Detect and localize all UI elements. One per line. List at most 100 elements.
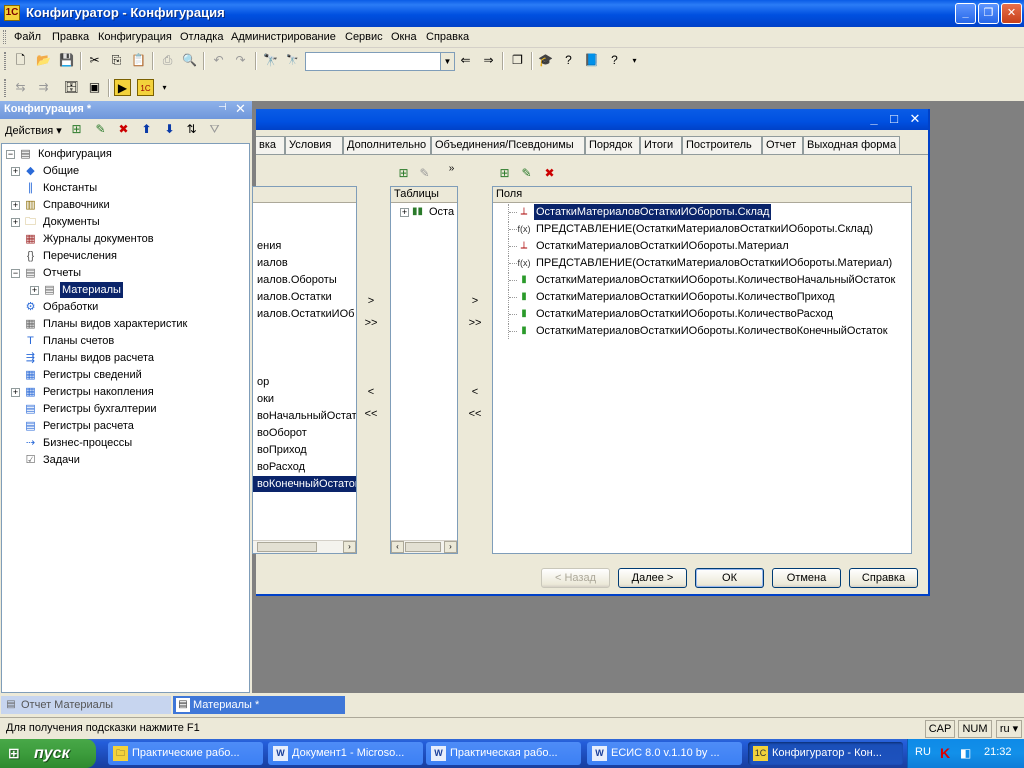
toolbar-more-icon[interactable]: ▾ — [626, 52, 643, 69]
redo-icon[interactable]: ↷ — [232, 52, 249, 69]
menu-help[interactable]: Справка — [426, 31, 469, 43]
taskbar-item-configurator[interactable]: 1С Конфигуратор - Кон... — [748, 742, 903, 765]
tray-language[interactable]: RU — [915, 746, 931, 758]
collapse-icon[interactable]: − — [6, 150, 15, 159]
remove-all-tables-button[interactable]: << — [360, 406, 382, 423]
remove-all-fields-button[interactable]: << — [464, 406, 486, 423]
back-button[interactable]: < Назад — [541, 568, 610, 588]
delete-object-icon[interactable]: ✖ — [115, 121, 132, 138]
start-button[interactable]: ⊞ пуск — [0, 739, 96, 768]
delete-field-icon[interactable]: ✖ — [541, 165, 558, 182]
dialog-minimize-icon[interactable]: _ — [865, 110, 883, 128]
new-file-icon[interactable]: 🗋 — [12, 52, 29, 69]
remove-table-button[interactable]: < — [360, 384, 382, 401]
list-item[interactable]: иалов.Обороты — [257, 272, 337, 288]
list-item[interactable]: воОборот — [257, 425, 307, 441]
remove-field-button[interactable]: < — [464, 384, 486, 401]
list-item[interactable]: оки — [257, 391, 274, 407]
move-down-icon[interactable]: ⬇ — [161, 121, 178, 138]
tables-more-icon[interactable]: » — [443, 160, 460, 177]
menu-service[interactable]: Сервис — [345, 31, 383, 43]
find-binoculars-icon[interactable]: 🔭 — [262, 52, 279, 69]
edit-table-icon[interactable]: ✎ — [416, 165, 433, 182]
add-field-button[interactable]: > — [464, 293, 486, 310]
main-title-bar[interactable]: 1С Конфигуратор - Конфигурация _ ❐ ✕ — [0, 0, 1024, 27]
fields-list[interactable]: Поля ⟂ ОстаткиМатериаловОстаткиИОбороты.… — [492, 186, 912, 554]
run-debug-icon[interactable]: ▶ — [114, 79, 131, 96]
expand-icon[interactable]: + — [400, 208, 409, 217]
taskbar-item-folder[interactable]: 🗀 Практические рабо... — [108, 742, 263, 765]
menu-file[interactable]: Файл — [14, 31, 41, 43]
toolbar-more-icon[interactable]: ▾ — [156, 79, 173, 96]
network-icon[interactable]: ◧ — [960, 746, 971, 760]
scroll-thumb[interactable] — [257, 542, 317, 552]
expand-icon[interactable]: + — [11, 218, 20, 227]
menu-administration[interactable]: Администрирование — [231, 31, 336, 43]
tab-totals[interactable]: Итоги — [640, 136, 682, 154]
tab-conditions[interactable]: Условия — [285, 136, 343, 154]
language-indicator[interactable]: ru ▾ — [996, 720, 1022, 738]
add-all-fields-button[interactable]: >> — [464, 315, 486, 332]
find-next-arrow-icon[interactable]: ⇒ — [480, 52, 497, 69]
cancel-button[interactable]: Отмена — [772, 568, 841, 588]
list-item-selected[interactable]: воКонечныйОстаток — [253, 476, 356, 492]
close-button[interactable]: ✕ — [1001, 3, 1022, 24]
configuration-panel-header[interactable]: Конфигурация * ⊣ ✕ — [0, 101, 252, 119]
next-button[interactable]: Далее > — [618, 568, 687, 588]
expand-icon[interactable]: + — [11, 201, 20, 210]
print-icon[interactable]: ⎙ — [159, 52, 176, 69]
window-tab-materials[interactable]: ▤ Материалы * — [173, 696, 345, 714]
menu-windows[interactable]: Окна — [391, 31, 417, 43]
list-item[interactable]: иалов — [257, 255, 288, 271]
tables-hscroll[interactable]: ‹ › — [391, 540, 457, 553]
list-item[interactable]: ор — [257, 374, 269, 390]
expand-icon[interactable]: + — [11, 388, 20, 397]
edit-field-icon[interactable]: ✎ — [518, 165, 535, 182]
copy-icon[interactable]: ⎘ — [108, 52, 125, 69]
open-file-icon[interactable]: 📂 — [35, 52, 52, 69]
taskbar-item-word-esis[interactable]: W ЕСИС 8.0 v.1.10 by ... — [587, 742, 742, 765]
tab-builder[interactable]: Построитель — [682, 136, 762, 154]
compare-config-icon[interactable]: ⇆ — [12, 79, 29, 96]
list-item[interactable]: воПриход — [257, 442, 307, 458]
window-panel-icon[interactable]: ▣ — [86, 79, 103, 96]
preview-icon[interactable]: 🔍 — [181, 52, 198, 69]
minimize-button[interactable]: _ — [955, 3, 976, 24]
tab-advanced[interactable]: Дополнительно — [343, 136, 431, 154]
pin-icon[interactable]: ⊣ — [218, 102, 227, 113]
dialog-maximize-icon[interactable]: □ — [885, 110, 903, 128]
actions-menu[interactable]: Действия ▾ — [5, 124, 62, 137]
window-tab-report-materials[interactable]: ▤ Отчет Материалы — [1, 696, 171, 714]
help-button[interactable]: Справка — [849, 568, 918, 588]
configuration-tree[interactable]: − ▤ Конфигурация + ◆ Общие ∥ Константы +… — [1, 143, 250, 693]
taskbar-item-word-doc1[interactable]: W Документ1 - Microso... — [268, 742, 423, 765]
syntax-helper-icon[interactable]: 📘 — [583, 52, 600, 69]
edit-object-icon[interactable]: ✎ — [92, 121, 109, 138]
add-object-icon[interactable]: ⊞ — [68, 121, 85, 138]
undo-icon[interactable]: ↶ — [210, 52, 227, 69]
move-up-icon[interactable]: ⬆ — [138, 121, 155, 138]
add-table-icon[interactable]: ⊞ — [395, 165, 412, 182]
search-combo[interactable]: ▼ — [305, 52, 455, 71]
assistant-icon[interactable]: 🎓 — [537, 52, 554, 69]
tab-report[interactable]: Отчет — [762, 136, 803, 154]
dialog-close-icon[interactable]: ✕ — [906, 110, 924, 128]
scroll-left-icon[interactable]: ‹ — [391, 541, 404, 553]
tab-unions-aliases[interactable]: Объединения/Псевдонимы — [431, 136, 585, 154]
database-list[interactable]: ения иалов иалов.Обороты иалов.Остатки и… — [252, 186, 357, 554]
close-icon[interactable]: ✕ — [235, 101, 246, 117]
dialog-title-bar[interactable]: _ □ ✕ — [256, 109, 928, 130]
restore-button[interactable]: ❐ — [978, 3, 999, 24]
enterprise-icon[interactable]: 1С — [137, 79, 154, 96]
list-item[interactable]: воРасход — [257, 459, 305, 475]
scroll-thumb[interactable] — [405, 542, 441, 552]
list-item[interactable]: иалов.Остатки — [257, 289, 332, 305]
tab-output-form[interactable]: Выходная форма — [803, 136, 900, 154]
merge-config-icon[interactable]: ⇉ — [35, 79, 52, 96]
taskbar-item-word-practice[interactable]: W Практическая рабо... — [426, 742, 581, 765]
chevron-down-icon[interactable]: ▼ — [440, 53, 454, 70]
collapse-icon[interactable]: − — [11, 269, 20, 278]
add-all-tables-button[interactable]: >> — [360, 315, 382, 332]
list-item[interactable]: иалов.ОстаткиИОб — [257, 306, 354, 322]
menu-debug[interactable]: Отладка — [180, 31, 223, 43]
